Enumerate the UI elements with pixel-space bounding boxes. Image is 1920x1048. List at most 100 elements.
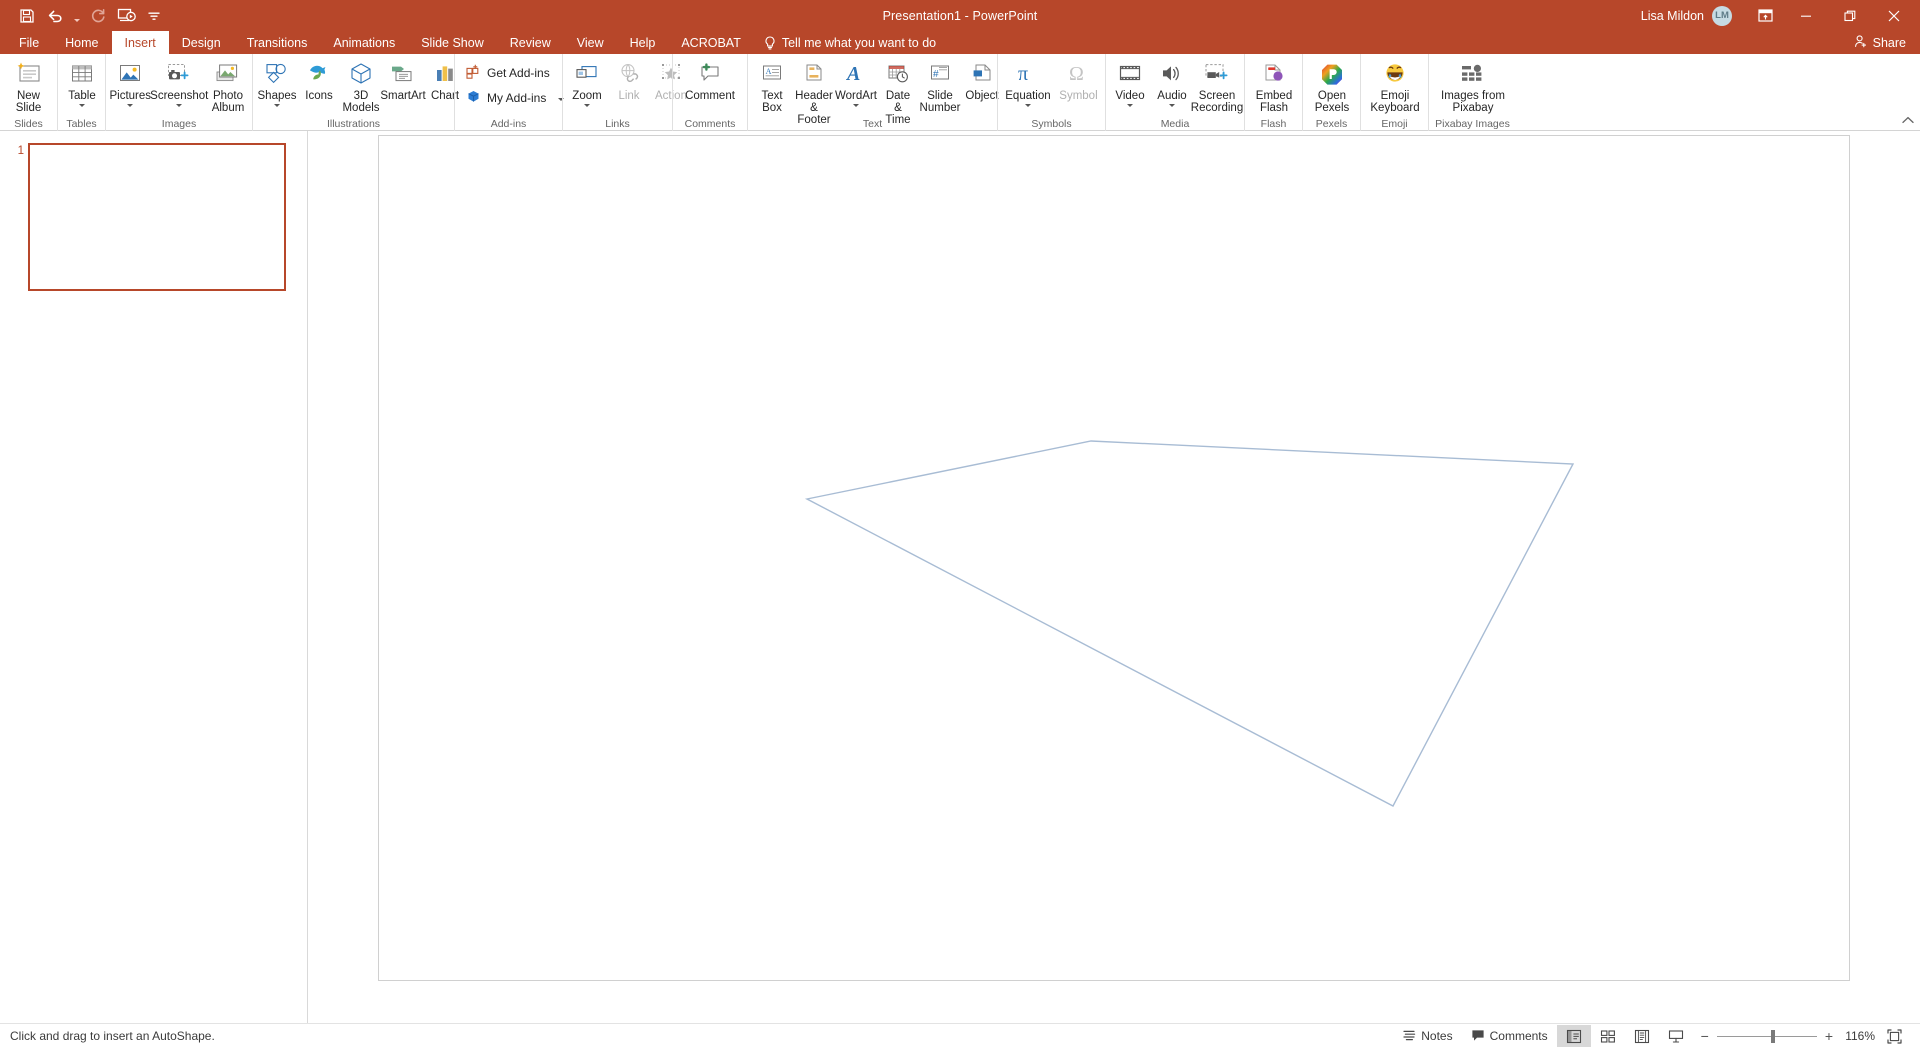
screenshot-dropdown-icon[interactable] [176,104,183,107]
ribbon-group-label-add-ins: Add-ins [490,118,527,130]
images-from-pixabay-button[interactable]: Images from Pixabay [1432,57,1514,114]
zoom-button[interactable]: Zoom [566,57,608,107]
new-slide-icon [15,59,43,89]
photo-album-label: Photo Album [211,90,245,114]
share-button[interactable]: Share [1854,31,1920,54]
my-add-ins-button[interactable]: My Add-ins [458,85,565,110]
slide-show-view-button[interactable] [1659,1025,1693,1047]
get-add-ins-button[interactable]: Get Add-ins [458,60,559,85]
tab-file[interactable]: File [6,31,52,54]
lightbulb-icon [764,35,776,50]
new-slide-button[interactable]: New Slide [3,57,54,114]
pictures-dropdown-icon[interactable] [127,104,134,107]
slide-number-button[interactable]: # Slide Number [919,57,961,114]
open-pexels-button[interactable]: Open Pexels [1306,57,1358,114]
slide-canvas[interactable] [378,135,1850,981]
zoom-dropdown-icon[interactable] [584,104,590,107]
redo-icon[interactable] [85,4,111,28]
slide-number-label: Slide Number [919,90,961,114]
save-icon[interactable] [14,4,40,28]
comments-button[interactable]: Comments [1462,1024,1557,1048]
tab-insert[interactable]: Insert [111,31,169,54]
wordart-button[interactable]: A WordArt [835,57,877,107]
screen-recording-icon [1202,59,1232,89]
screenshot-button[interactable]: Screenshot [150,57,208,107]
wordart-dropdown-icon[interactable] [853,104,859,107]
tab-view[interactable]: View [564,31,617,54]
tab-slide-show[interactable]: Slide Show [408,31,497,54]
equation-button[interactable]: π Equation [1001,57,1055,107]
ribbon-group-images: Pictures Screenshot Photo Album Images [105,54,252,131]
screen-recording-button[interactable]: Screen Recording [1191,57,1243,114]
ribbon-group-symbols: π Equation Ω Symbol Symbols [997,54,1105,131]
audio-button[interactable]: Audio [1151,57,1193,107]
embed-flash-button[interactable]: Embed Flash [1248,57,1300,114]
equation-dropdown-icon[interactable] [1024,104,1031,107]
customize-quick-access-toolbar-icon[interactable] [141,4,167,28]
smartart-button[interactable]: SmartArt [380,57,426,102]
thumbnail-row[interactable]: 1 [0,143,307,291]
ribbon-display-options-icon[interactable] [1746,0,1784,31]
audio-dropdown-icon[interactable] [1169,104,1175,107]
tab-transitions[interactable]: Transitions [234,31,321,54]
icons-button[interactable]: Icons [298,57,340,102]
avatar[interactable]: LM [1712,5,1732,26]
ribbon-group-label-text: Text [862,118,883,130]
pictures-icon [116,59,144,89]
date-time-button[interactable]: Date & Time [877,57,919,126]
symbol-icon: Ω [1064,59,1092,89]
text-box-button[interactable]: A Text Box [751,57,793,114]
zoom-track[interactable] [1716,1029,1817,1043]
fit-slide-to-window-button[interactable] [1875,1024,1912,1048]
slide-thumbnail-1[interactable] [28,143,286,291]
status-bar-right: Notes Comments − + 116% [1393,1024,1920,1048]
tab-acrobat[interactable]: ACROBAT [668,31,754,54]
shapes-dropdown-icon[interactable] [274,104,280,107]
3d-models-button[interactable]: 3D Models [340,57,382,114]
ribbon-group-text: A Text Box Header & Footer A WordArt Dat… [747,54,999,131]
minimize-button[interactable] [1784,0,1828,31]
zoom-in-button[interactable]: + [1825,1029,1833,1043]
video-button[interactable]: Video [1109,57,1151,107]
ribbon-group-pexels: Open Pexels Pexels [1302,54,1360,131]
zoom-percent-label[interactable]: 116% [1841,1029,1875,1043]
start-from-beginning-icon[interactable] [113,4,139,28]
freeform-polygon[interactable] [379,136,1850,981]
slide-sorter-view-button[interactable] [1591,1025,1625,1047]
text-box-label: Text Box [761,90,783,114]
restore-button[interactable] [1828,0,1872,31]
undo-icon[interactable] [42,4,68,28]
header-footer-button[interactable]: Header & Footer [793,57,835,126]
zoom-out-button[interactable]: − [1701,1029,1709,1043]
notes-button[interactable]: Notes [1393,1024,1461,1048]
tab-review[interactable]: Review [497,31,564,54]
slide-editing-pane[interactable] [308,131,1920,1023]
notes-label: Notes [1421,1029,1453,1043]
close-button[interactable] [1872,0,1916,31]
wordart-icon: A [843,59,869,89]
tab-help[interactable]: Help [617,31,669,54]
ribbon-group-comments: Comment Comments [672,54,747,131]
normal-view-button[interactable] [1556,1025,1591,1047]
collapse-ribbon-icon[interactable] [1902,116,1914,128]
tab-design[interactable]: Design [169,31,234,54]
shapes-button[interactable]: Shapes [256,57,298,107]
new-slide-label: New Slide [15,90,42,114]
pictures-button[interactable]: Pictures [109,57,152,107]
slide-thumbnail-pane[interactable]: 1 [0,131,308,1023]
table-dropdown-icon[interactable] [79,104,85,107]
tell-me-box[interactable]: Tell me what you want to do [754,31,936,54]
reading-view-button[interactable] [1625,1025,1659,1047]
comment-label: Comment [685,90,735,102]
emoji-keyboard-button[interactable]: Emoji Keyboard [1364,57,1426,114]
tab-home[interactable]: Home [52,31,111,54]
video-dropdown-icon[interactable] [1127,104,1133,107]
comment-button[interactable]: Comment [676,57,744,102]
tab-animations[interactable]: Animations [320,31,408,54]
undo-dropdown-icon[interactable] [70,4,83,28]
photo-album-button[interactable]: Photo Album [207,57,249,114]
pictures-label: Pictures [109,90,152,102]
zoom-slider[interactable]: − + [1693,1029,1841,1043]
table-button[interactable]: Table [61,57,103,107]
zoom-thumb[interactable] [1770,1029,1775,1043]
